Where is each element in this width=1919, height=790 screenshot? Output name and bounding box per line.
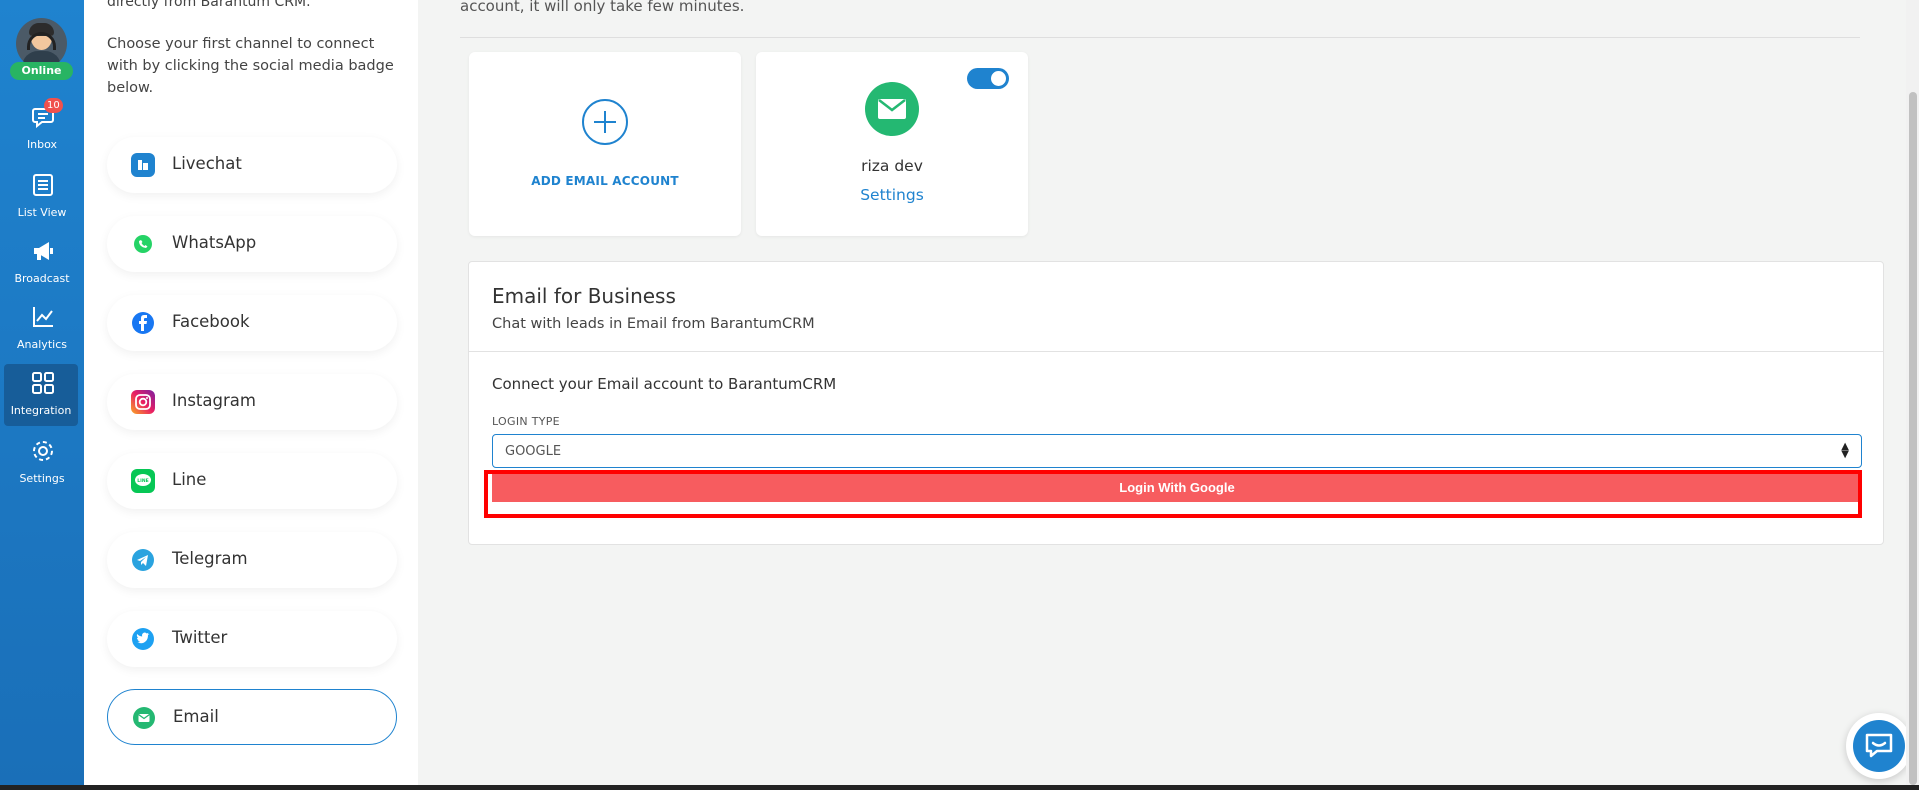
login-type-value: GOOGLE: [505, 444, 562, 459]
nav-integration[interactable]: Integration: [4, 364, 78, 426]
telegram-icon: [131, 548, 155, 572]
channel-twitter[interactable]: Twitter: [107, 611, 397, 667]
nav-label: Settings: [19, 472, 65, 485]
nav-analytics[interactable]: Analytics: [0, 300, 84, 362]
nav-label: List View: [17, 206, 67, 219]
channel-label: Email: [173, 707, 219, 726]
line-chart-icon: [33, 307, 53, 327]
line-app-icon: LINE: [131, 469, 155, 493]
list-icon: [33, 174, 53, 196]
megaphone-icon: [34, 242, 53, 260]
channel-telegram[interactable]: Telegram: [107, 532, 397, 588]
section-title: Email for Business: [492, 284, 676, 308]
section-divider: [469, 351, 1883, 352]
section-subtitle: Chat with leads in Email from BarantumCR…: [492, 316, 815, 332]
facebook-icon: [131, 311, 155, 335]
email-icon: [132, 706, 156, 730]
nav-settings[interactable]: Settings: [0, 434, 84, 496]
channel-label: WhatsApp: [172, 233, 257, 252]
highlight-box: [484, 470, 1862, 518]
scrollbar-thumb[interactable]: [1909, 92, 1917, 785]
nav-rail: Online 10 Inbox List View Broadcast Anal…: [0, 0, 84, 785]
channel-label: Instagram: [172, 391, 256, 410]
channel-label: Livechat: [172, 154, 242, 173]
channel-label: Facebook: [172, 312, 250, 331]
nav-label: Integration: [10, 404, 72, 417]
account-enabled-toggle[interactable]: [967, 68, 1009, 89]
nav-label: Inbox: [26, 138, 58, 151]
add-email-account-label: ADD EMAIL ACCOUNT: [531, 174, 679, 188]
plus-icon: [582, 99, 628, 145]
twitter-icon: [131, 627, 155, 651]
channel-email[interactable]: Email: [107, 689, 397, 745]
channel-label: Telegram: [172, 549, 248, 568]
channel-label: Line: [172, 470, 207, 489]
inbox-count-badge: 10: [44, 98, 63, 113]
grid-icon: [32, 372, 54, 394]
account-settings-link[interactable]: Settings: [756, 186, 1028, 204]
svg-text:LINE: LINE: [137, 478, 148, 484]
online-status-badge[interactable]: Online: [10, 62, 73, 80]
main-intro: account, it will only take few minutes.: [460, 0, 745, 15]
chat-support-icon: [1865, 733, 1893, 758]
panel-intro-top: directly from Barantum CRM.: [107, 0, 311, 10]
support-chat-button[interactable]: [1846, 713, 1912, 779]
whatsapp-icon: [131, 232, 155, 256]
login-type-select[interactable]: GOOGLE ▲ ▼: [492, 434, 1862, 468]
channel-panel: directly from Barantum CRM. Choose your …: [84, 0, 418, 785]
login-type-label: LOGIN TYPE: [492, 415, 560, 428]
channel-facebook[interactable]: Facebook: [107, 295, 397, 351]
mail-icon: [865, 82, 919, 136]
channel-livechat[interactable]: Livechat: [107, 137, 397, 193]
divider: [460, 37, 1860, 38]
panel-intro: Choose your first channel to connect wit…: [107, 36, 394, 96]
nav-inbox[interactable]: 10 Inbox: [0, 98, 84, 162]
nav-broadcast[interactable]: Broadcast: [0, 234, 84, 296]
channel-line[interactable]: LINE Line: [107, 453, 397, 509]
channel-label: Twitter: [172, 628, 228, 647]
gear-icon: [33, 441, 53, 461]
nav-label: Broadcast: [14, 272, 70, 285]
account-name: riza dev: [861, 157, 923, 175]
channel-instagram[interactable]: Instagram: [107, 374, 397, 430]
add-email-account-card[interactable]: ADD EMAIL ACCOUNT: [469, 52, 741, 236]
instagram-icon: [131, 390, 155, 414]
email-account-card: riza dev Settings: [756, 52, 1028, 236]
nav-label: Analytics: [17, 338, 67, 351]
channel-whatsapp[interactable]: WhatsApp: [107, 216, 397, 272]
connect-heading: Connect your Email account to BarantumCR…: [492, 375, 837, 393]
nav-list-view[interactable]: List View: [0, 168, 84, 230]
livechat-icon: [131, 153, 155, 177]
bottom-edge: [0, 785, 1919, 790]
select-arrows-icon: ▲ ▼: [1841, 441, 1849, 460]
